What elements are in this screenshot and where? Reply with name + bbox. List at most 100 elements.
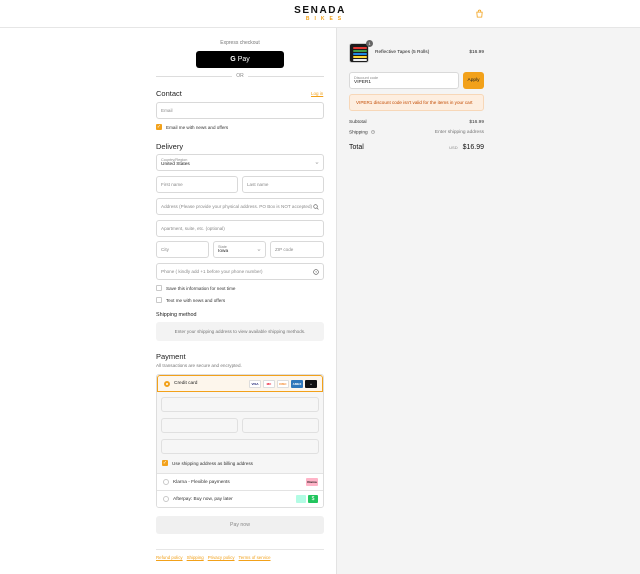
discount-error-message: VIPER1 discount code isn't valid for the… — [349, 94, 484, 111]
refund-policy-link[interactable]: Refund policy — [156, 555, 183, 560]
express-checkout-label: Express checkout — [220, 40, 260, 46]
apartment-field[interactable]: Apartment, suite, etc. (optional) — [156, 220, 324, 237]
card-brands: VISA MC DISC AMEX + — [249, 380, 317, 388]
gpay-label: Pay — [237, 56, 250, 63]
shopping-bag-icon[interactable] — [475, 9, 484, 18]
visa-icon: VISA — [249, 380, 261, 388]
total-value: $16.99 — [462, 144, 484, 151]
text-me-checkbox[interactable] — [156, 297, 162, 303]
amex-icon: AMEX — [291, 380, 303, 388]
phone-placeholder: Phone ( kindly add +1 before your phone … — [161, 269, 263, 274]
discover-icon: DISC — [277, 380, 289, 388]
zip-field[interactable]: ZIP code — [270, 241, 324, 258]
phone-field[interactable]: Phone ( kindly add +1 before your phone … — [156, 263, 324, 280]
klarna-label: Klarna - Flexible payments — [173, 479, 230, 485]
search-icon — [313, 204, 319, 210]
state-value: Iowa — [218, 249, 229, 254]
total-currency: USD — [449, 145, 458, 150]
payment-subtitle: All transactions are secure and encrypte… — [156, 363, 242, 368]
name-on-card-field[interactable] — [161, 439, 319, 454]
payment-title: Payment — [156, 352, 186, 361]
page-header: SENADA BIKES — [0, 0, 640, 28]
credit-card-option[interactable]: Credit card VISA MC DISC AMEX + — [157, 375, 323, 392]
svg-text:?: ? — [315, 271, 317, 275]
last-name-field[interactable]: Last name — [242, 176, 324, 193]
subtotal-value: $16.99 — [469, 120, 484, 125]
first-name-field[interactable]: First name — [156, 176, 238, 193]
state-select[interactable]: State Iowa — [213, 241, 266, 258]
google-g-icon: G — [230, 56, 236, 63]
total-label: Total — [349, 144, 364, 151]
footer-links: Refund policy Shipping Privacy policy Te… — [156, 555, 271, 560]
afterpay-option[interactable]: Afterpay: Buy now, pay later $ — [157, 490, 323, 507]
save-info-option[interactable]: Save this information for next time — [156, 285, 235, 291]
total-row: Total USD $16.99 — [349, 144, 484, 151]
product-name: Reflective Tapes (5 Rolls) — [375, 50, 430, 55]
email-news-checkbox[interactable] — [156, 124, 162, 130]
afterpay-radio[interactable] — [163, 496, 169, 502]
card-number-field[interactable] — [161, 397, 319, 412]
text-me-label: Text me with news and offers — [166, 297, 226, 303]
cash-app-icon: $ — [308, 495, 318, 503]
address-placeholder: Address (Please provide your physical ad… — [161, 204, 313, 209]
discount-code-value: VIPER1 — [354, 80, 372, 85]
quantity-badge: 1 — [366, 40, 373, 47]
credit-card-label: Credit card — [174, 381, 198, 386]
brand-logo[interactable]: SENADA BIKES — [284, 5, 356, 23]
shipping-method-message: Enter your shipping address to view avai… — [156, 322, 324, 341]
shipping-method-title: Shipping method — [156, 312, 197, 318]
login-link[interactable]: Log in — [311, 91, 323, 96]
svg-text:?: ? — [372, 131, 374, 134]
email-news-label: Email me with news and offers — [166, 124, 229, 130]
shipping-label: Shipping — [349, 130, 368, 136]
credit-card-form: Use shipping address as billing address — [157, 392, 323, 474]
text-me-option[interactable]: Text me with news and offers — [156, 297, 225, 303]
footer-divider — [156, 549, 324, 550]
info-icon[interactable]: ? — [371, 130, 375, 134]
billing-address-checkbox[interactable] — [162, 460, 168, 466]
save-info-checkbox[interactable] — [156, 285, 162, 291]
shipping-row: Shipping ? Enter shipping address — [349, 130, 484, 135]
billing-address-option[interactable]: Use shipping address as billing address — [162, 460, 253, 466]
billing-address-label: Use shipping address as billing address — [172, 460, 253, 466]
klarna-option[interactable]: Klarna - Flexible payments Klarna — [157, 473, 323, 490]
chevron-down-icon — [257, 249, 261, 251]
help-circle-icon[interactable]: ? — [313, 269, 319, 275]
or-label: OR — [236, 73, 244, 79]
brand-subname: BIKES — [305, 16, 347, 22]
contact-title: Contact — [156, 89, 182, 98]
city-field[interactable]: City — [156, 241, 209, 258]
save-info-label: Save this information for next time — [166, 285, 236, 291]
privacy-policy-link[interactable]: Privacy policy — [208, 555, 235, 560]
credit-card-radio[interactable] — [164, 380, 170, 387]
afterpay-label: Afterpay: Buy now, pay later — [173, 496, 233, 502]
more-cards-icon: + — [305, 380, 317, 388]
google-pay-button[interactable]: G Pay — [196, 51, 284, 68]
afterpay-logos: $ — [296, 495, 318, 503]
apply-discount-button[interactable]: Apply — [463, 72, 484, 89]
email-news-option[interactable]: Email me with news and offers — [156, 124, 228, 130]
email-field[interactable]: Email — [156, 102, 324, 119]
terms-of-service-link[interactable]: Terms of service — [239, 555, 271, 560]
subtotal-label: Subtotal — [349, 120, 367, 125]
product-price: $16.99 — [469, 50, 484, 55]
shipping-link[interactable]: Shipping — [187, 555, 204, 560]
address-field[interactable]: Address (Please provide your physical ad… — [156, 198, 324, 215]
shipping-value: Enter shipping address — [434, 130, 484, 135]
afterpay-logo-icon — [296, 495, 306, 503]
discount-code-field[interactable]: Discount code VIPER1 — [349, 72, 459, 89]
mastercard-icon: MC — [263, 380, 275, 388]
brand-name: SENADA — [294, 5, 346, 16]
country-select[interactable]: Country/Region United States — [156, 154, 324, 171]
payment-methods: Credit card VISA MC DISC AMEX + Use ship… — [156, 374, 324, 508]
security-code-field[interactable] — [242, 418, 319, 433]
country-value: United States — [161, 162, 190, 167]
delivery-title: Delivery — [156, 142, 184, 151]
subtotal-row: Subtotal $16.99 — [349, 120, 484, 125]
pay-now-button[interactable]: Pay now — [156, 516, 324, 534]
product-thumbnail — [349, 43, 369, 63]
chevron-down-icon — [315, 162, 319, 164]
expiration-field[interactable] — [161, 418, 238, 433]
or-divider: OR — [156, 73, 324, 79]
klarna-radio[interactable] — [163, 479, 169, 485]
